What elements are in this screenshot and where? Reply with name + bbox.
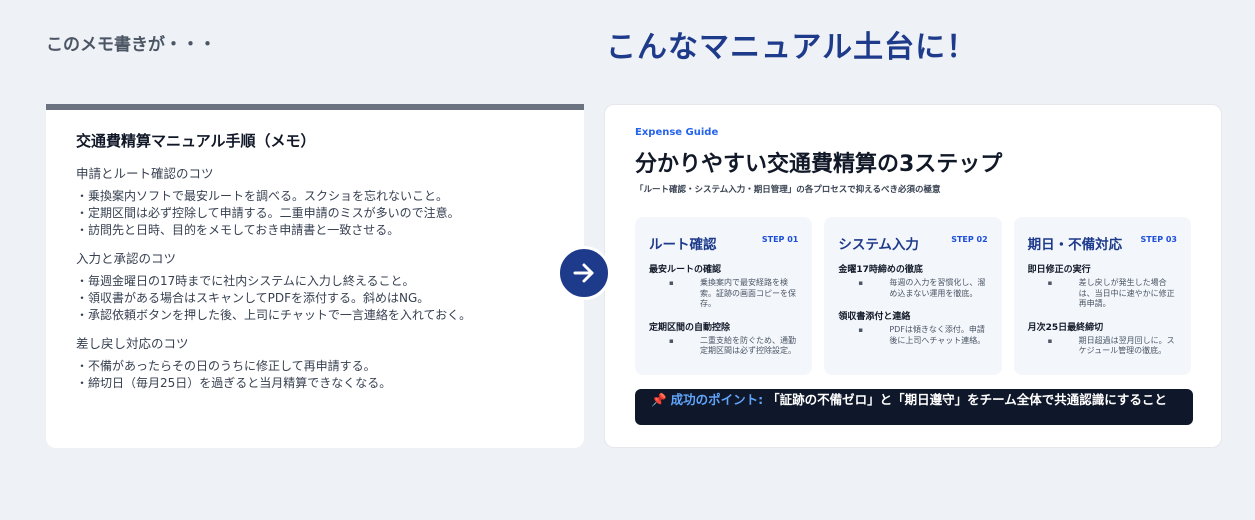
step-item-desc: ▪ 差し戻しが発生した場合は、当日中に速やかに修正再申請。 — [1028, 278, 1179, 310]
bullet-icon: ▪ — [858, 326, 864, 334]
success-point-banner: 📌 成功のポイント: 「証跡の不備ゼロ」と「期日遵守」をチーム全体で共通認識にするこ… — [635, 389, 1193, 425]
step-item-desc: ▪ 毎週の入力を習慣化し、溜め込まない運用を徹底。 — [838, 278, 989, 299]
memo-line: ・乗換案内ソフトで最安ルートを調べる。スクショを忘れないこと。 — [76, 189, 449, 203]
step-item-text: 毎週の入力を習慣化し、溜め込まない運用を徹底。 — [889, 278, 986, 298]
memo-line: ・領収書がある場合はスキャンしてPDFを添付する。斜めはNG。 — [76, 291, 430, 305]
banner-text: 「証跡の不備ゼロ」と「期日遵守」をチーム全体で共通認識にすること — [767, 392, 1167, 407]
memo-line: ・訪問先と日時、目的をメモしておき申請書と一致させる。 — [76, 223, 400, 237]
step-number: STEP 01 — [761, 235, 799, 244]
step-item-desc: ▪ 二重支給を防ぐため、通勤定期区間は必ず控除設定。 — [649, 336, 800, 357]
step-card-route: STEP 01 ルート確認 最安ルートの確認 ▪ 乗換案内で最安経路を検索。証跡… — [635, 217, 813, 375]
bullet-icon: ▪ — [669, 279, 674, 287]
memo-section: 入力と承認のコツ ・毎週金曜日の17時までに社内システムに入力し終えること。 ・… — [76, 248, 554, 324]
memo-line: ・毎週金曜日の17時までに社内システムに入力し終えること。 — [76, 274, 415, 288]
step-item-text: PDFは傾きなく添付。申請後に上司へチャット連絡。 — [889, 325, 986, 345]
memo-section-title: 入力と承認のコツ — [76, 251, 177, 266]
memo-line: ・不備があったらその日のうちに修正して再申請する。 — [76, 359, 376, 373]
step-item: 定期区間の自動控除 ▪ 二重支給を防ぐため、通勤定期区間は必ず控除設定。 — [649, 320, 800, 357]
step-item: 即日修正の実行 ▪ 差し戻しが発生した場合は、当日中に速やかに修正再申請。 — [1028, 262, 1179, 310]
memo-section: 差し戻し対応のコツ ・不備があったらその日のうちに修正して再申請する。 ・締切日… — [76, 333, 554, 392]
step-item-title: 最安ルートの確認 — [649, 265, 722, 275]
bullet-icon: ▪ — [858, 279, 864, 287]
steps-row: STEP 01 ルート確認 最安ルートの確認 ▪ 乗換案内で最安経路を検索。証跡… — [635, 217, 1191, 375]
step-item-text: 期日超過は翌月回しに。スケジュール管理の徹底。 — [1078, 335, 1175, 356]
memo-section: 申請とルート確認のコツ ・乗換案内ソフトで最安ルートを調べる。スクショを忘れない… — [76, 163, 554, 239]
bullet-icon: ▪ — [1047, 279, 1053, 287]
step-item-text: 二重支給を防ぐため、通勤定期区間は必ず控除設定。 — [700, 335, 796, 356]
bullet-icon: ▪ — [669, 336, 674, 345]
step-item: 月次25日最終締切 ▪ 期日超過は翌月回しに。スケジュール管理の徹底。 — [1028, 320, 1179, 357]
step-item-desc: ▪ 期日超過は翌月回しに。スケジュール管理の徹底。 — [1028, 336, 1179, 357]
step-number: STEP 02 — [951, 235, 988, 244]
step-item-title: 金曜17時締めの徹底 — [838, 265, 923, 275]
step-item-title: 定期区間の自動控除 — [649, 322, 731, 333]
guide-label: Expense Guide — [635, 127, 719, 138]
banner-key: 成功のポイント: — [670, 392, 764, 407]
memo-line: ・締切日（毎月25日）を過ぎると当月精算できなくなる。 — [76, 376, 392, 390]
memo-title: 交通費精算マニュアル手順（メモ） — [76, 132, 316, 150]
memo-section-title: 差し戻し対応のコツ — [76, 336, 189, 351]
step-item-desc: ▪ PDFは傾きなく添付。申請後に上司へチャット連絡。 — [838, 325, 989, 346]
step-item-title: 月次25日最終締切 — [1027, 322, 1104, 333]
step-item: 領収書添付と連絡 ▪ PDFは傾きなく添付。申請後に上司へチャット連絡。 — [838, 309, 989, 346]
guide-title: 分かりやすい交通費精算の3ステップ — [635, 152, 1003, 177]
memo-line: ・定期区間は必ず控除して申請する。二重申請のミスが多いので注意。 — [76, 206, 460, 220]
step-number: STEP 03 — [1140, 235, 1177, 244]
step-item: 金曜17時締めの徹底 ▪ 毎週の入力を習慣化し、溜め込まない運用を徹底。 — [838, 262, 989, 299]
step-item-title: 領収書添付と連絡 — [838, 312, 911, 322]
left-heading: このメモ書きが・・・ — [46, 35, 216, 55]
memo-section-title: 申請とルート確認のコツ — [76, 166, 214, 181]
arrow-right-icon — [557, 246, 611, 300]
step-item-text: 乗換案内で最安経路を検索。証跡の画面コピーを保存。 — [700, 278, 796, 308]
step-item-title: 即日修正の実行 — [1027, 265, 1091, 275]
step-item-text: 差し戻しが発生した場合は、当日中に速やかに修正再申請。 — [1078, 278, 1175, 308]
right-heading: こんなマニュアル土台に！ — [606, 30, 978, 65]
step-card-system: STEP 02 システム入力 金曜17時締めの徹底 ▪ 毎週の入力を習慣化し、溜… — [824, 217, 1002, 375]
guide-subtitle: 「ルート確認・システム入力・期日管理」の各プロセスで抑えるべき必須の極意 — [635, 185, 941, 195]
guide-card: Expense Guide 分かりやすい交通費精算の3ステップ 「ルート確認・シ… — [604, 104, 1222, 448]
memo-line: ・承認依頼ボタンを押した後、上司にチャットで一言連絡を入れておく。 — [76, 308, 472, 322]
memo-card: 交通費精算マニュアル手順（メモ） 申請とルート確認のコツ ・乗換案内ソフトで最安… — [46, 104, 584, 448]
step-item-desc: ▪ 乗換案内で最安経路を検索。証跡の画面コピーを保存。 — [649, 278, 800, 310]
bullet-icon: ▪ — [1047, 336, 1053, 345]
step-item: 最安ルートの確認 ▪ 乗換案内で最安経路を検索。証跡の画面コピーを保存。 — [649, 262, 800, 310]
step-card-deadline: STEP 03 期日・不備対応 即日修正の実行 ▪ 差し戻しが発生した場合は、当… — [1013, 217, 1191, 375]
pin-icon: 📌 — [651, 392, 667, 407]
